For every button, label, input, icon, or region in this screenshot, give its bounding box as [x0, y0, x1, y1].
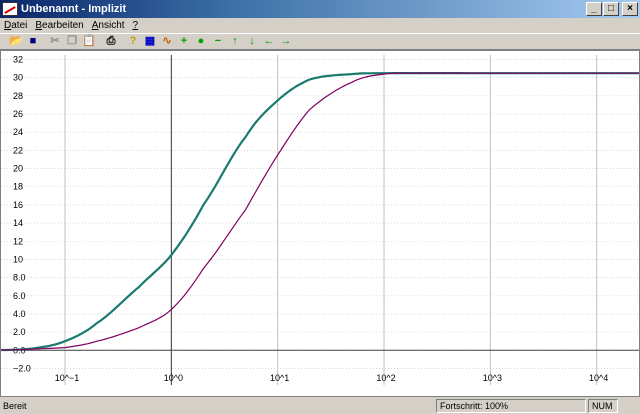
y-tick-label: 32 — [13, 55, 23, 65]
menu-item-3[interactable]: ? — [133, 20, 139, 31]
num-lock-indicator: NUM — [588, 398, 618, 413]
y-tick-label: 24 — [13, 127, 23, 137]
copy-icon[interactable]: ❐ — [64, 34, 80, 49]
app-icon[interactable] — [2, 2, 18, 16]
x-tick-label: 10^4 — [589, 373, 608, 383]
menu-bar: Datei Bearbeiten Ansicht? — [0, 18, 640, 32]
series-line-0 — [1, 72, 639, 352]
print-icon[interactable]: ⎙ — [103, 34, 119, 49]
arrow-up-icon[interactable]: ↑ — [227, 34, 243, 49]
menu-accelerator: ? — [132, 19, 139, 31]
x-tick-label: 10^2 — [376, 373, 395, 383]
x-tick-label: 10^3 — [483, 373, 502, 383]
y-tick-label: 14 — [13, 218, 23, 228]
menu-label: nsicht — [98, 19, 125, 31]
arrow-right-icon[interactable]: → — [278, 34, 294, 49]
y-tick-label: 20 — [13, 164, 23, 174]
grid-icon[interactable]: ▦ — [142, 34, 158, 49]
cut-icon[interactable]: ✂ — [47, 34, 63, 49]
y-tick-label: 6.0 — [13, 291, 26, 301]
save-icon[interactable]: ■ — [25, 34, 41, 49]
menu-label: earbeiten — [42, 19, 84, 31]
y-tick-label: 16 — [13, 200, 23, 210]
help-icon[interactable]: ? — [125, 34, 141, 49]
function-icon[interactable]: ∿ — [159, 34, 175, 49]
window-title: Unbenannt - Implizit — [21, 3, 127, 15]
y-tick-label: 18 — [13, 182, 23, 192]
progress-indicator: Fortschritt: 100% — [436, 398, 586, 413]
circle-icon[interactable]: ● — [193, 34, 209, 49]
maximize-button[interactable]: □ — [603, 2, 619, 16]
y-tick-label: 22 — [13, 145, 23, 155]
series-line-1 — [1, 72, 639, 351]
menu-item-2[interactable]: Ansicht — [92, 20, 125, 31]
y-tick-label: 2.0 — [13, 327, 26, 337]
close-button[interactable]: × — [622, 2, 638, 16]
arrow-down-icon[interactable]: ↓ — [244, 34, 260, 49]
add-icon[interactable]: + — [176, 34, 192, 49]
y-tick-label: 26 — [13, 109, 23, 119]
arrow-left-icon[interactable]: ← — [261, 34, 277, 49]
y-tick-label: 4.0 — [13, 309, 26, 319]
status-text: Bereit — [3, 400, 27, 411]
plot-area[interactable]: 32 30 28 26 24 22 20 18 16 14 12 10 8.0 6.0 4.0 2.0 0.0−… — [0, 50, 640, 397]
paste-icon[interactable]: 📋 — [81, 34, 97, 49]
application-window: Unbenannt - Implizit _ □ × Datei Bearbeit… — [0, 0, 640, 414]
function-plot: 3230282624222018161412108.06.04.02.00.0−… — [1, 55, 639, 385]
x-tick-label: 10^−1 — [55, 373, 80, 383]
y-tick-label: −2.0 — [13, 363, 31, 373]
menu-item-0[interactable]: Datei — [4, 20, 27, 31]
minus-icon[interactable]: − — [210, 34, 226, 49]
x-tick-label: 10^0 — [164, 373, 183, 383]
y-tick-label: 30 — [13, 73, 23, 83]
menu-item-1[interactable]: Bearbeiten — [35, 20, 83, 31]
x-tick-label: 10^1 — [270, 373, 289, 383]
minimize-button[interactable]: _ — [586, 2, 602, 16]
menu-label: atei — [11, 19, 28, 31]
open-icon[interactable]: 📂 — [8, 34, 24, 49]
y-tick-label: 28 — [13, 91, 23, 101]
title-bar[interactable]: Unbenannt - Implizit _ □ × — [0, 0, 640, 18]
toolbar: 📂 ■ ✂ ❐ 📋 ⎙? ▦ ∿ + ● − ↑ ↓ ← → — [0, 33, 640, 50]
y-tick-label: 10 — [13, 254, 23, 264]
y-tick-label: 12 — [13, 236, 23, 246]
y-tick-label: 8.0 — [13, 273, 26, 283]
resize-grip[interactable] — [620, 399, 638, 413]
status-bar: Bereit Fortschritt: 100% NUM — [0, 397, 640, 414]
